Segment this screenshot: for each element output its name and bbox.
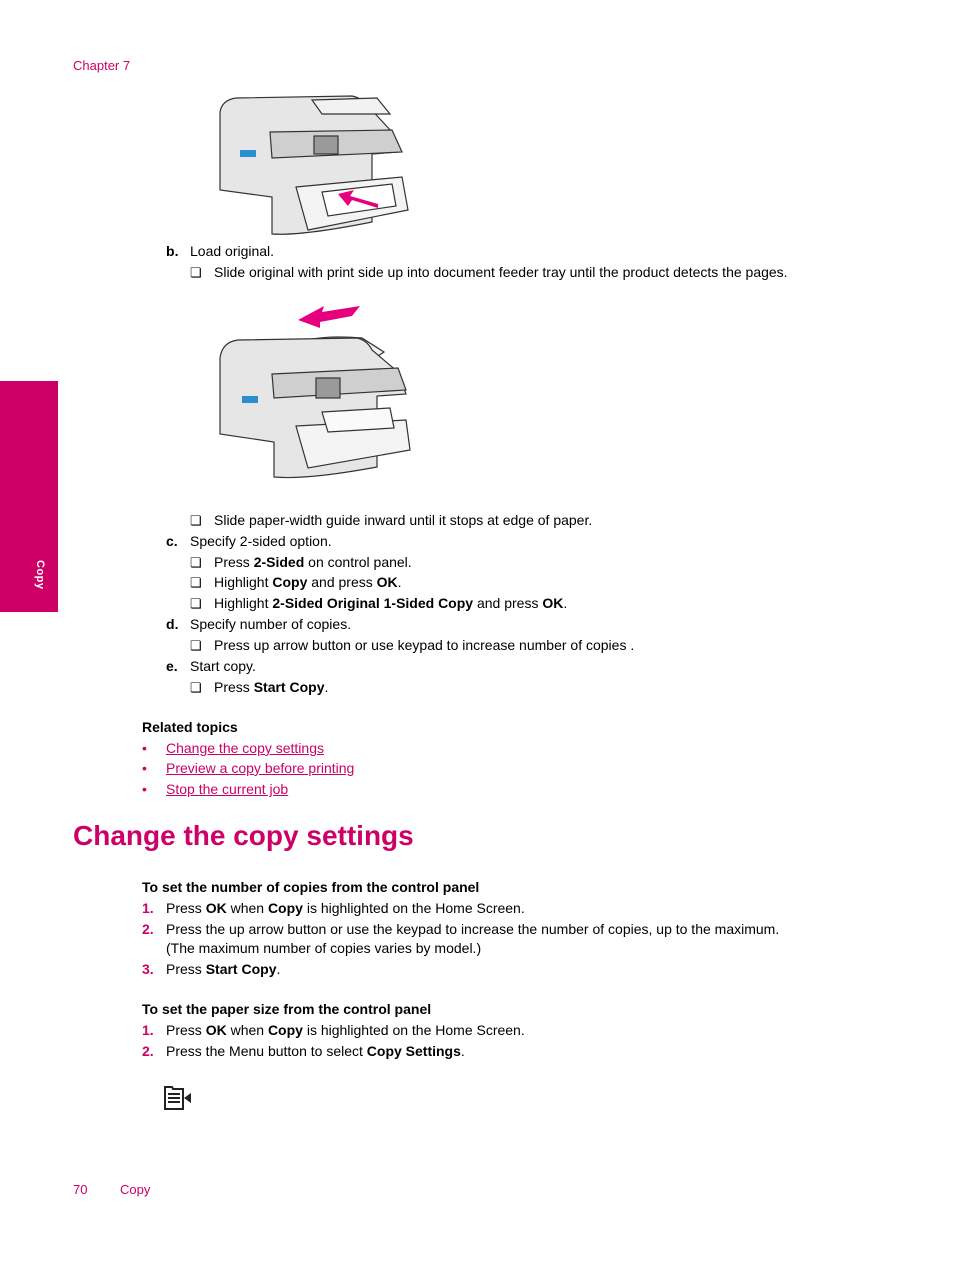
step-text: Specify 2-sided option. [190,533,332,549]
step-letter: b. [166,243,179,259]
step-text: Specify number of copies. [190,616,352,632]
side-tab: Copy [0,381,58,612]
link-change-copy-settings[interactable]: Change the copy settings [166,740,324,756]
checkbox-bullet-icon [190,637,214,655]
step-letter: e. [166,658,178,674]
step-c-item-3: Highlight 2-Sided Original 1-Sided Copy … [190,594,567,613]
procedure-step: 1. Press OK when Copy is highlighted on t… [142,1022,525,1038]
checkbox-bullet-icon [190,679,214,697]
side-tab-label: Copy [34,560,46,590]
step-e: e. Start copy. [166,657,256,675]
step-number: 1. [142,900,154,916]
printer-illustration-feeder [219,306,411,479]
menu-button-icon [164,1086,191,1110]
checkbox-bullet-icon [190,574,214,592]
step-e-item-1: Press Start Copy. [190,678,328,697]
bullet: • [142,781,147,797]
step-number: 2. [142,1043,154,1059]
bullet: • [142,760,147,776]
procedure-step: 1. Press OK when Copy is highlighted on t… [142,900,525,916]
step-number: 3. [142,961,154,977]
procedure-step: 2. Press the up arrow button or use the k… [142,921,780,937]
step-d-item-1: Press up arrow button or use keypad to i… [190,636,634,655]
page-number: 70 [73,1182,88,1197]
link-stop-current-job[interactable]: Stop the current job [166,781,288,797]
related-link-item: • Stop the current job [142,780,288,798]
procedure-heading: To set the paper size from the control p… [142,1001,432,1017]
step-number: 1. [142,1022,154,1038]
step-d: d. Specify number of copies. [166,615,351,633]
item-text: Slide original with print side up into d… [214,264,788,280]
step-b-item-2: Slide paper-width guide inward until it … [190,511,592,530]
step-c: c. Specify 2-sided option. [166,532,332,550]
checkbox-bullet-icon [190,264,214,282]
section-title: Change the copy settings [73,820,414,851]
step-c-item-1: Press 2-Sided on control panel. [190,553,412,572]
printer-illustration-tray [219,95,409,235]
checkbox-bullet-icon [190,512,214,530]
procedure-heading: To set the number of copies from the con… [142,879,480,895]
step-letter: d. [166,616,179,632]
step-text: Load original. [190,243,275,259]
step-text: Start copy. [190,658,256,674]
step-letter: c. [166,533,178,549]
checkbox-bullet-icon [190,554,214,572]
step-number: 2. [142,921,154,937]
bullet: • [142,740,147,756]
checkbox-bullet-icon [190,595,214,613]
chapter-header: Chapter 7 [73,58,131,73]
step-b-item-1: Slide original with print side up into d… [190,263,788,282]
step-b: b. Load original. [166,242,274,260]
item-text: Slide paper-width guide inward until it … [214,512,593,528]
procedure-step-continuation: (The maximum number of copies varies by … [166,940,482,956]
step-c-item-2: Highlight Copy and press OK. [190,573,402,592]
related-topics-heading: Related topics [142,719,238,735]
procedure-step: 3. Press Start Copy. [142,961,281,977]
related-link-item: • Preview a copy before printing [142,759,354,777]
procedure-step: 2. Press the Menu button to select Copy S… [142,1043,465,1059]
link-preview-copy[interactable]: Preview a copy before printing [166,760,354,776]
related-link-item: • Change the copy settings [142,739,324,757]
footer-section: Copy [120,1182,151,1197]
